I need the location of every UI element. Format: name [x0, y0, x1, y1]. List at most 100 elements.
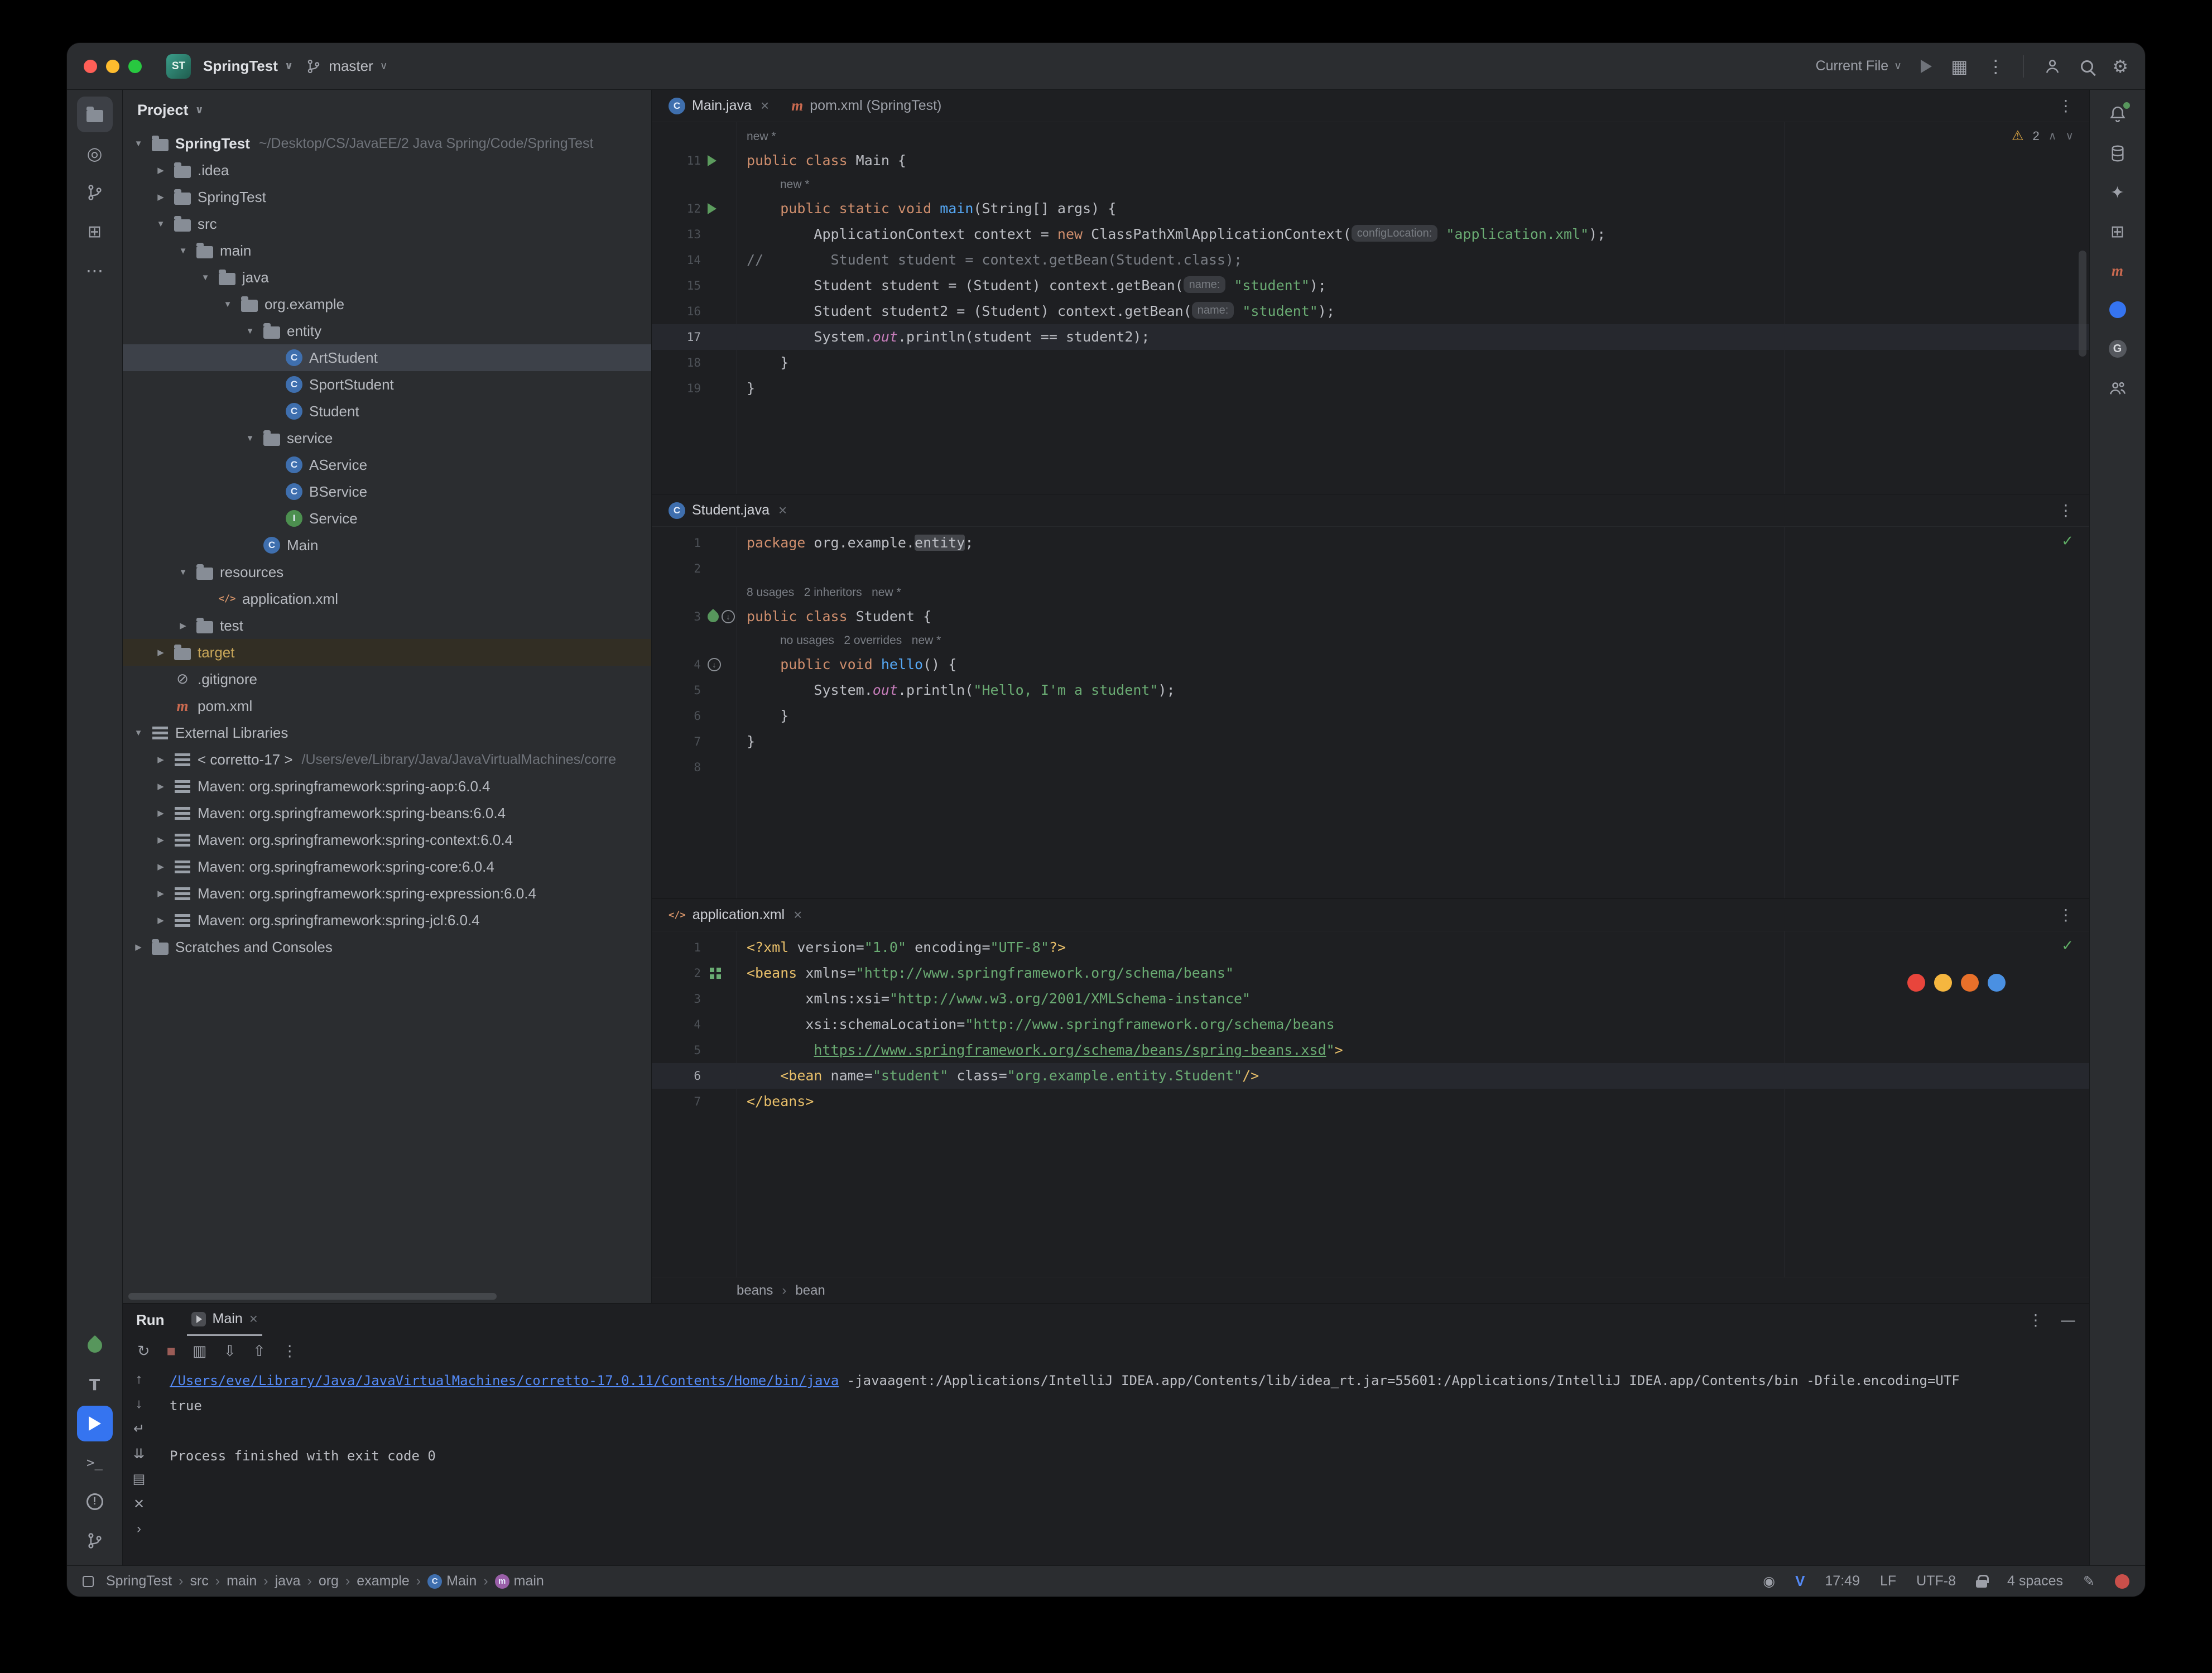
- project-selector[interactable]: SpringTest ∨: [203, 57, 293, 75]
- tree-item-maven-org-springframework-spring-jcl-6-0-4[interactable]: ▶ Maven: org.springframework:spring-jcl:6…: [123, 907, 651, 934]
- tree-chevron-icon[interactable]: ▼: [240, 434, 260, 443]
- status-crumb-org[interactable]: org: [319, 1573, 339, 1589]
- tree-chevron-icon[interactable]: ▶: [151, 647, 171, 657]
- soft-wrap-icon[interactable]: ↵: [133, 1421, 145, 1437]
- code-line-2[interactable]: 2: [652, 556, 2089, 581]
- fullscreen-window-button[interactable]: [128, 59, 142, 73]
- maven-button[interactable]: m: [2100, 253, 2136, 289]
- tab-pom-xml-springtest[interactable]: m pom.xml (SpringTest): [780, 90, 953, 122]
- pull-requests-button[interactable]: [77, 175, 113, 210]
- close-window-button[interactable]: [84, 59, 97, 73]
- status-crumb-springtest[interactable]: SpringTest: [106, 1573, 172, 1589]
- tree-item-application-xml[interactable]: </> application.xml: [123, 585, 651, 612]
- branch-selector[interactable]: master ∨: [305, 57, 388, 75]
- code-line-7[interactable]: 7 </beans>: [652, 1089, 2089, 1114]
- indent-style[interactable]: 4 spaces: [2007, 1573, 2063, 1589]
- browser-opera-icon[interactable]: [1961, 974, 1979, 992]
- profiler-icon[interactable]: ▦: [1951, 56, 1968, 77]
- problems-button[interactable]: !: [77, 1484, 113, 1520]
- chevron-down-icon[interactable]: ∨: [195, 104, 204, 117]
- search-everywhere-icon[interactable]: [2081, 60, 2094, 73]
- run-button[interactable]: [1921, 59, 1932, 73]
- tree-item-springtest[interactable]: ▼ SpringTest ~/Desktop/CS/JavaEE/2 Java Sp…: [123, 130, 651, 157]
- status-crumb-example[interactable]: example: [357, 1573, 410, 1589]
- code-area[interactable]: new * 11 public class Main {new * 12 public…: [652, 122, 2089, 494]
- close-icon[interactable]: ×: [249, 1310, 258, 1328]
- project-button[interactable]: [76, 97, 113, 132]
- export-results-icon[interactable]: ⇧: [253, 1343, 266, 1360]
- code-line-13[interactable]: 13 ApplicationContext context = new Clas…: [652, 222, 2089, 247]
- tree-chevron-icon[interactable]: ▶: [151, 915, 171, 925]
- run-configuration-selector[interactable]: Current File ∨: [1816, 58, 1902, 74]
- code-line-18[interactable]: 18 }: [652, 350, 2089, 376]
- code-line-19[interactable]: 19}: [652, 376, 2089, 401]
- breadcrumb-beans[interactable]: beans: [737, 1283, 773, 1299]
- gradle-button[interactable]: G: [2100, 331, 2136, 367]
- code-line-6[interactable]: 6 <bean name="student" class="org.exampl…: [652, 1063, 2089, 1089]
- version-control-button[interactable]: [77, 1523, 113, 1559]
- tree-item-src[interactable]: ▼ src: [123, 210, 651, 237]
- tree-chevron-icon[interactable]: ▶: [173, 621, 193, 631]
- close-tab-icon[interactable]: ×: [794, 906, 802, 924]
- close-tab-icon[interactable]: ×: [761, 97, 769, 114]
- code-line-5[interactable]: 5 https://www.springframework.org/schema…: [652, 1037, 2089, 1063]
- line-separator[interactable]: LF: [1880, 1573, 1896, 1589]
- terminal-button[interactable]: >_: [77, 1445, 113, 1480]
- more-actions-icon[interactable]: ⋮: [1987, 56, 2004, 77]
- status-crumb-src[interactable]: src: [190, 1573, 208, 1589]
- ai-assistant-button[interactable]: ✦: [2100, 175, 2136, 210]
- tree-item-artstudent[interactable]: C ArtStudent: [123, 344, 651, 371]
- tree-item-service[interactable]: ▼ service: [123, 425, 651, 451]
- status-crumb-main[interactable]: C Main: [427, 1573, 477, 1589]
- tree-chevron-icon[interactable]: ▼: [195, 273, 215, 282]
- browser-chrome-icon[interactable]: [1907, 974, 1925, 992]
- tree-chevron-icon[interactable]: ▶: [151, 754, 171, 765]
- import-results-icon[interactable]: ⇩: [223, 1343, 236, 1360]
- tab-main-java[interactable]: C Main.java ×: [657, 90, 780, 122]
- tree-chevron-icon[interactable]: ▼: [218, 300, 238, 309]
- tree-chevron-icon[interactable]: ▼: [240, 326, 260, 336]
- inspections-widget[interactable]: ⚠ 2 ∧ ∨: [2012, 128, 2074, 144]
- code-line-6[interactable]: 6 }: [652, 703, 2089, 729]
- tree-chevron-icon[interactable]: ▶: [128, 942, 148, 952]
- browser-firefox-icon[interactable]: [1934, 974, 1952, 992]
- tree-item-maven-org-springframework-spring-beans-6-0-4[interactable]: ▶ Maven: org.springframework:spring-beans…: [123, 800, 651, 826]
- tree-chevron-icon[interactable]: ▶: [151, 192, 171, 202]
- next-problem-icon[interactable]: ∨: [2065, 129, 2074, 143]
- tab-student-java[interactable]: C Student.java ×: [657, 494, 798, 526]
- tree-item-maven-org-springframework-spring-expression-6-0-4[interactable]: ▶ Maven: org.springframework:spring-expre…: [123, 880, 651, 907]
- code-line-1[interactable]: 1 package org.example.entity;: [652, 530, 2089, 556]
- structure-button[interactable]: ⊞: [77, 214, 113, 249]
- code-vision-hint[interactable]: no usages 2 overrides new *: [737, 629, 941, 652]
- vertical-scrollbar[interactable]: [2079, 251, 2086, 357]
- tree-chevron-icon[interactable]: ▶: [151, 781, 171, 791]
- prev-problem-icon[interactable]: ∧: [2048, 129, 2057, 143]
- code-line-4[interactable]: 4 xsi:schemaLocation="http://www.springf…: [652, 1012, 2089, 1037]
- file-lock-icon[interactable]: [1975, 1574, 1989, 1588]
- horizontal-scrollbar[interactable]: [128, 1293, 497, 1300]
- tree-item-org-example[interactable]: ▼ org.example: [123, 291, 651, 318]
- code-with-me-icon[interactable]: [2043, 57, 2062, 76]
- todo-button[interactable]: T: [77, 1367, 113, 1402]
- code-line-8[interactable]: 8: [652, 754, 2089, 780]
- tree-item-corretto-17[interactable]: ▶ < corretto-17 > /Users/eve/Library/Java/…: [123, 746, 651, 773]
- code-line-7[interactable]: 7}: [652, 729, 2089, 754]
- notifications-button[interactable]: [2100, 97, 2136, 132]
- tree-item-main[interactable]: ▼ main: [123, 237, 651, 264]
- run-gutter-icon[interactable]: [708, 203, 717, 214]
- tree-item-target[interactable]: ▶ target: [123, 639, 651, 666]
- close-tab-icon[interactable]: ×: [778, 502, 787, 519]
- tree-chevron-icon[interactable]: ▶: [151, 808, 171, 818]
- bean-dependencies-gutter-icon[interactable]: [710, 968, 714, 972]
- code-line-16[interactable]: 16 Student student2 = (Student) context.…: [652, 299, 2089, 324]
- tree-item-maven-org-springframework-spring-core-6-0-4[interactable]: ▶ Maven: org.springframework:spring-core:…: [123, 853, 651, 880]
- tree-item-gitignore[interactable]: ⊘ .gitignore: [123, 666, 651, 693]
- java-executable-link[interactable]: /Users/eve/Library/Java/JavaVirtualMachi…: [170, 1373, 839, 1388]
- code-line-15[interactable]: 15 Student student = (Student) context.g…: [652, 273, 2089, 299]
- tree-item-entity[interactable]: ▼ entity: [123, 318, 651, 344]
- tree-chevron-icon[interactable]: ▶: [151, 862, 171, 872]
- plugins-button[interactable]: ⊞: [2100, 214, 2136, 249]
- inheritors-gutter-icon[interactable]: ↓: [708, 658, 721, 671]
- plugin-wheel-icon[interactable]: ◉: [1763, 1573, 1775, 1589]
- tree-item-external-libraries[interactable]: ▼ External Libraries: [123, 719, 651, 746]
